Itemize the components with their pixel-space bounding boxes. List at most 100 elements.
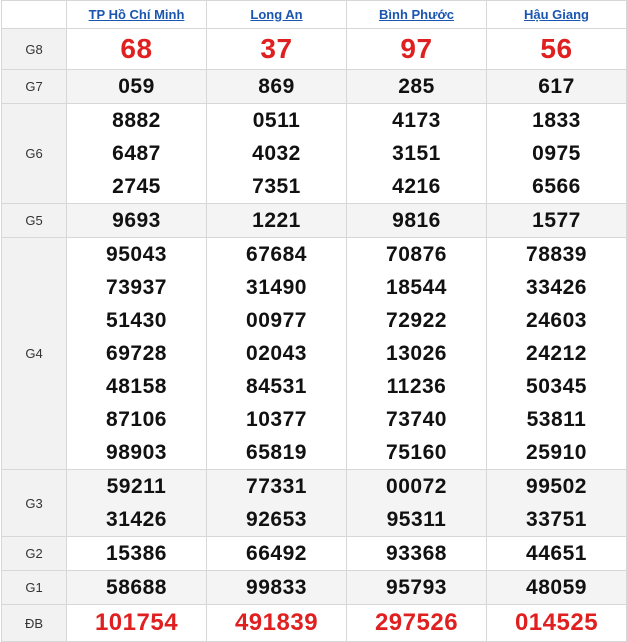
prize-row-0: G8 68 37 97 56 [1,28,627,70]
prize-number: 78839 [526,243,587,266]
province-link-0[interactable]: TP Hồ Chí Minh [89,7,185,22]
prize-number: 58688 [106,576,167,599]
province-header-3: Hậu Giang [486,0,627,29]
prize-number: 0511 [252,109,301,132]
prize-number: 48158 [106,375,167,398]
prize-number: 101754 [94,609,179,636]
prize-number: 48059 [526,576,587,599]
prize-cell: 44651 [486,536,627,571]
prize-number: 33426 [526,276,587,299]
prize-number: 70876 [386,243,447,266]
prize-number: 02043 [246,342,307,365]
prize-number: 31490 [246,276,307,299]
prize-cell: 869 [206,69,347,104]
prize-cell: 0511 4032 7351 [206,103,347,204]
prize-cell: 58688 [66,570,207,605]
prize-number: 24603 [526,309,587,332]
prize-number: 66492 [246,542,307,565]
prize-row-1: G7 059 869 285 617 [1,69,627,104]
prize-number: 297526 [374,609,459,636]
prize-number: 3151 [392,142,441,165]
prize-cell: 56 [486,28,627,70]
prize-number: 56 [540,33,573,64]
prize-number: 1221 [252,209,301,232]
prize-cell: 8882 6487 2745 [66,103,207,204]
prize-cell: 9693 [66,203,207,238]
prize-row-5: G3 59211 31426 77331 92653 00072 95311 99502 337… [1,469,627,537]
prize-label: G5 [1,203,67,238]
province-link-2[interactable]: Bình Phước [379,7,454,22]
prize-cell: 99502 33751 [486,469,627,537]
prize-row-2: G6 8882 6487 2745 0511 4032 7351 4173 3151 4216 18… [1,103,627,204]
prize-label: G7 [1,69,67,104]
prize-cell: 66492 [206,536,347,571]
prize-row-8: ĐB 101754 491839 297526 014525 [1,604,627,642]
prize-number: 9693 [112,209,161,232]
prize-number: 95043 [106,243,167,266]
prize-number: 4173 [392,109,441,132]
prize-number: 37 [260,33,293,64]
province-header-0: TP Hồ Chí Minh [66,0,207,29]
prize-number: 4032 [252,142,301,165]
province-link-3[interactable]: Hậu Giang [524,7,589,22]
prize-number: 00977 [246,309,307,332]
prize-number: 53811 [526,408,587,431]
prize-cell: 48059 [486,570,627,605]
prize-number: 98903 [106,441,167,464]
prize-cell: 1577 [486,203,627,238]
prize-number: 13026 [386,342,447,365]
prize-number: 59211 [106,475,167,498]
prize-cell: 101754 [66,604,207,642]
prize-number: 1833 [532,109,581,132]
prize-label: G4 [1,237,67,470]
prize-cell: 491839 [206,604,347,642]
prize-row-7: G1 58688 99833 95793 48059 [1,570,627,605]
province-link-1[interactable]: Long An [250,7,302,22]
prize-label: G8 [1,28,67,70]
prize-number: 15386 [106,542,167,565]
prize-number: 33751 [526,508,587,531]
prize-cell: 297526 [346,604,487,642]
prize-cell: 97 [346,28,487,70]
prize-cell: 78839 33426 24603 24212 50345 53811 25910 [486,237,627,470]
prize-cell: 1221 [206,203,347,238]
prize-number: 0975 [532,142,581,165]
prize-cell: 285 [346,69,487,104]
prize-cell: 15386 [66,536,207,571]
prize-number: 4216 [392,175,441,198]
prize-row-3: G5 9693 1221 9816 1577 [1,203,627,238]
prize-number: 72922 [386,309,447,332]
prize-row-6: G2 15386 66492 93368 44651 [1,536,627,571]
prize-number: 93368 [386,542,447,565]
prize-cell: 93368 [346,536,487,571]
prize-number: 84531 [246,375,307,398]
prize-number: 69728 [106,342,167,365]
prize-label: G1 [1,570,67,605]
prize-cell: 67684 31490 00977 02043 84531 10377 65819 [206,237,347,470]
prize-number: 97 [400,33,433,64]
prize-cell: 1833 0975 6566 [486,103,627,204]
prize-row-4: G4 95043 73937 51430 69728 48158 87106 98903 676… [1,237,627,470]
province-header-2: Bình Phước [346,0,487,29]
prize-cell: 00072 95311 [346,469,487,537]
lottery-results-table: TP Hồ Chí Minh Long An Bình Phước Hậu Gi… [1,0,627,642]
prize-number: 11236 [386,375,447,398]
prize-cell: 4173 3151 4216 [346,103,487,204]
province-header-1: Long An [206,0,347,29]
prize-number: 77331 [246,475,307,498]
prize-number: 95311 [386,508,447,531]
prize-number: 95793 [386,576,447,599]
prize-cell: 95793 [346,570,487,605]
prize-cell: 59211 31426 [66,469,207,537]
prize-number: 25910 [526,441,587,464]
prize-number: 285 [398,75,435,98]
prize-number: 51430 [106,309,167,332]
prize-number: 10377 [246,408,307,431]
prize-number: 73937 [106,276,167,299]
prize-number: 869 [258,75,295,98]
header-row: TP Hồ Chí Minh Long An Bình Phước Hậu Gi… [1,0,627,29]
prize-label: ĐB [1,604,67,642]
prize-number: 99833 [246,576,307,599]
prize-number: 8882 [112,109,161,132]
prize-cell: 059 [66,69,207,104]
